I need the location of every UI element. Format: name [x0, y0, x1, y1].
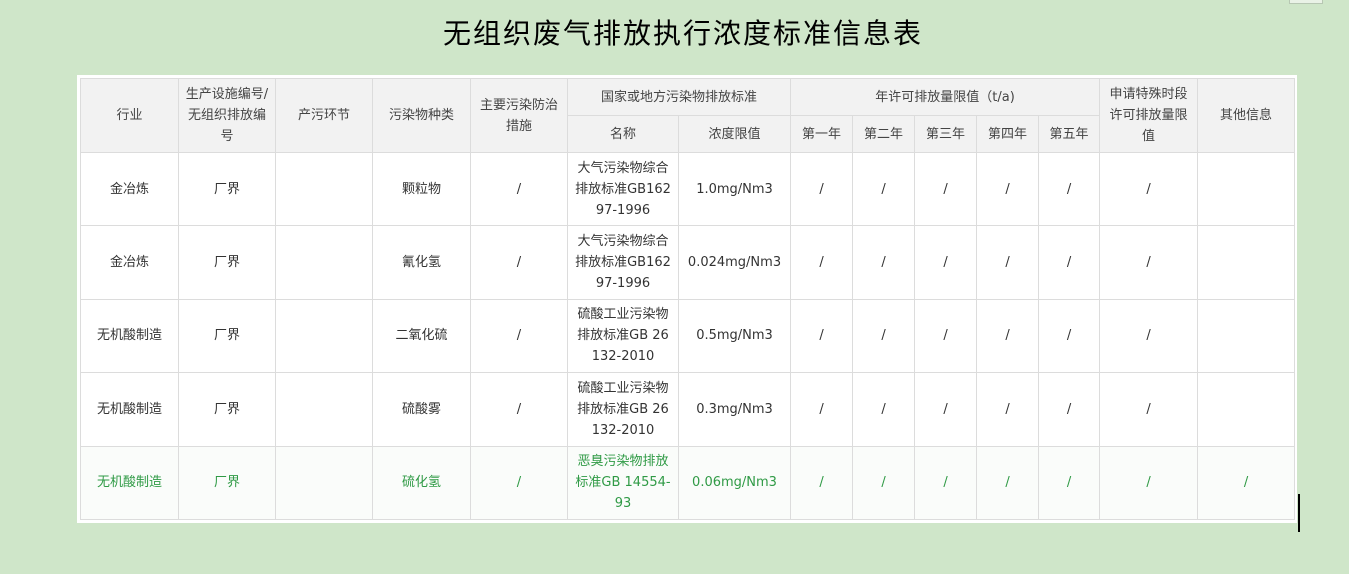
header-annual-limit-group: 年许可排放量限值（t/a)	[790, 78, 1101, 116]
cell-year-5: /	[1038, 445, 1101, 521]
cell-pollutant: 硫化氢	[372, 445, 471, 521]
header-standard-name: 名称	[567, 115, 679, 153]
cell-stage	[275, 445, 373, 521]
cell-pollutant: 硫酸雾	[372, 372, 471, 447]
cell-year-3: /	[914, 298, 978, 374]
cell-year-3: /	[914, 372, 978, 447]
table-row: 金冶炼 厂界 氰化氢 / 大气污染物综合排放标准GB16297-1996 0.0…	[80, 225, 1296, 300]
cell-year-4: /	[976, 225, 1040, 300]
page-title: 无组织废气排放执行浓度标准信息表	[442, 17, 923, 50]
header-year-3: 第三年	[914, 115, 978, 153]
cell-year-1: /	[790, 372, 854, 447]
cell-facility: 厂界	[178, 445, 276, 521]
table-row-highlighted[interactable]: 无机酸制造 厂界 硫化氢 / 恶臭污染物排放标准GB 14554-93 0.06…	[80, 445, 1296, 521]
window-corner-tab	[1289, 0, 1323, 4]
cell-year-4: /	[976, 372, 1040, 447]
table-header: 行业 生产设施编号/无组织排放编号 产污环节 污染物种类 主要污染防治措施 国家…	[80, 78, 1296, 153]
cell-standard: 硫酸工业污染物排放标准GB 26132-2010	[567, 298, 679, 374]
header-pollutant-type: 污染物种类	[372, 78, 471, 153]
cell-industry: 无机酸制造	[80, 298, 179, 374]
cell-stage	[275, 298, 373, 374]
cell-measures: /	[470, 225, 568, 300]
cell-year-1: /	[790, 445, 854, 521]
header-facility-code: 生产设施编号/无组织排放编号	[178, 78, 276, 153]
cell-year-5: /	[1038, 298, 1101, 374]
cell-standard: 恶臭污染物排放标准GB 14554-93	[567, 445, 679, 521]
cell-facility: 厂界	[178, 151, 276, 227]
cell-stage	[275, 372, 373, 447]
cell-year-1: /	[790, 225, 854, 300]
cell-year-5: /	[1038, 225, 1101, 300]
emission-standards-table: 行业 生产设施编号/无组织排放编号 产污环节 污染物种类 主要污染防治措施 国家…	[80, 78, 1296, 521]
cell-measures: /	[470, 151, 568, 227]
cell-special: /	[1099, 372, 1199, 447]
cell-year-2: /	[852, 151, 916, 227]
cell-pollutant: 颗粒物	[372, 151, 471, 227]
cell-limit: 0.5mg/Nm3	[677, 298, 792, 374]
cell-other: /	[1197, 445, 1296, 521]
cell-year-2: /	[852, 372, 916, 447]
table-row: 无机酸制造 厂界 硫酸雾 / 硫酸工业污染物排放标准GB 26132-2010 …	[80, 372, 1296, 447]
cell-facility: 厂界	[178, 372, 276, 447]
cell-facility: 厂界	[178, 298, 276, 374]
cell-year-3: /	[914, 445, 978, 521]
cell-year-3: /	[914, 225, 978, 300]
header-year-1: 第一年	[790, 115, 854, 153]
table-row: 无机酸制造 厂界 二氧化硫 / 硫酸工业污染物排放标准GB 26132-2010…	[80, 298, 1296, 374]
cell-stage	[275, 225, 373, 300]
cell-pollutant: 二氧化硫	[372, 298, 471, 374]
cell-limit: 0.3mg/Nm3	[677, 372, 792, 447]
table-body: 金冶炼 厂界 颗粒物 / 大气污染物综合排放标准GB16297-1996 1.0…	[80, 151, 1296, 521]
cell-year-4: /	[976, 151, 1040, 227]
cell-year-4: /	[976, 445, 1040, 521]
cell-standard: 大气污染物综合排放标准GB16297-1996	[567, 225, 679, 300]
cell-standard: 大气污染物综合排放标准GB16297-1996	[567, 151, 679, 227]
header-concentration-limit: 浓度限值	[677, 115, 792, 153]
header-year-5: 第五年	[1038, 115, 1101, 153]
cell-industry: 金冶炼	[80, 151, 179, 227]
cell-industry: 无机酸制造	[80, 372, 179, 447]
cell-special: /	[1099, 151, 1199, 227]
cell-year-2: /	[852, 298, 916, 374]
header-industry: 行业	[80, 78, 179, 153]
header-other-info: 其他信息	[1197, 78, 1296, 153]
header-standard-group: 国家或地方污染物排放标准	[566, 78, 792, 116]
cell-limit: 0.024mg/Nm3	[677, 225, 792, 300]
cell-year-1: /	[790, 151, 854, 227]
text-cursor	[1298, 494, 1300, 532]
cell-year-1: /	[790, 298, 854, 374]
cell-other	[1197, 151, 1296, 227]
cell-special: /	[1099, 445, 1199, 521]
cell-year-5: /	[1038, 151, 1101, 227]
cell-year-4: /	[976, 298, 1040, 374]
table-row: 金冶炼 厂界 颗粒物 / 大气污染物综合排放标准GB16297-1996 1.0…	[80, 151, 1296, 227]
cell-standard: 硫酸工业污染物排放标准GB 26132-2010	[567, 372, 679, 447]
cell-special: /	[1099, 298, 1199, 374]
cell-year-2: /	[852, 445, 916, 521]
cell-pollutant: 氰化氢	[372, 225, 471, 300]
cell-other	[1197, 372, 1296, 447]
cell-facility: 厂界	[178, 225, 276, 300]
cell-industry: 金冶炼	[80, 225, 179, 300]
cell-measures: /	[470, 298, 568, 374]
header-pollution-stage: 产污环节	[275, 78, 373, 153]
header-control-measures: 主要污染防治措施	[470, 78, 568, 153]
cell-special: /	[1099, 225, 1199, 300]
cell-measures: /	[470, 445, 568, 521]
cell-year-5: /	[1038, 372, 1101, 447]
header-year-2: 第二年	[852, 115, 916, 153]
cell-industry: 无机酸制造	[80, 445, 179, 521]
cell-limit: 0.06mg/Nm3	[677, 445, 792, 521]
header-special-period-limit: 申请特殊时段许可排放量限值	[1099, 78, 1199, 153]
cell-stage	[275, 151, 373, 227]
cell-year-3: /	[914, 151, 978, 227]
cell-year-2: /	[852, 225, 916, 300]
cell-other	[1197, 225, 1296, 300]
cell-measures: /	[470, 372, 568, 447]
cell-limit: 1.0mg/Nm3	[677, 151, 792, 227]
cell-other	[1197, 298, 1296, 374]
header-year-4: 第四年	[976, 115, 1040, 153]
table-container: 行业 生产设施编号/无组织排放编号 产污环节 污染物种类 主要污染防治措施 国家…	[77, 75, 1297, 523]
